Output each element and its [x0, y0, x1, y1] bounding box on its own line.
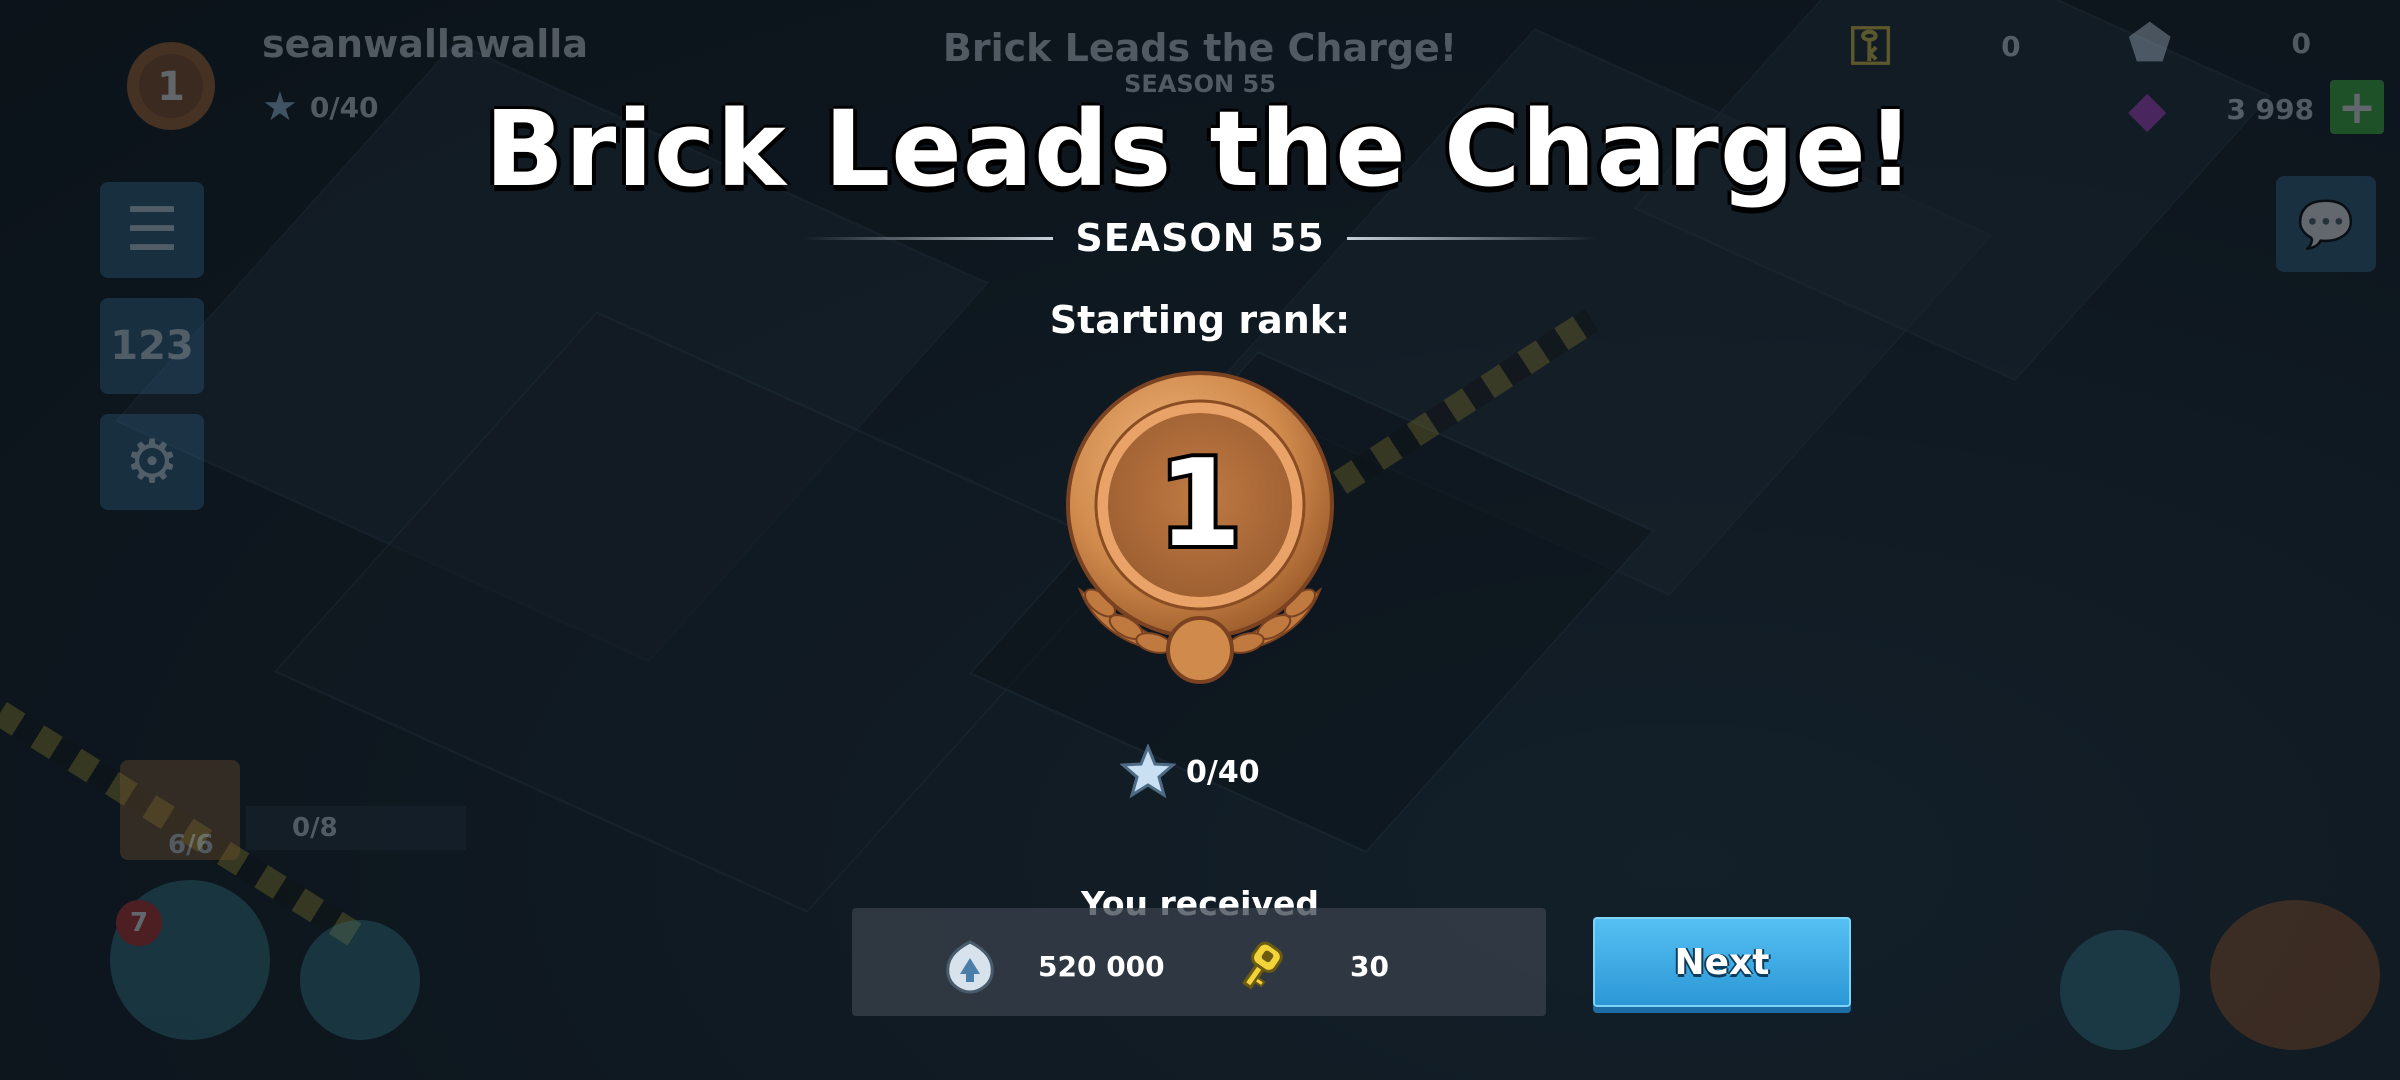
season-label: SEASON 55 — [1075, 216, 1325, 260]
gear-icon: ⚙ — [125, 427, 179, 497]
keys-amount: 30 — [1350, 949, 1389, 983]
intel-icon: ⬟ — [2128, 14, 2172, 72]
rewards-panel: 520 000 30 — [852, 908, 1546, 1016]
reward-keys: 30 — [1234, 938, 1389, 994]
bg-title: Brick Leads the Charge! — [942, 26, 1458, 70]
key-icon: ⚿ — [1850, 14, 1892, 77]
keys-counter: ⚿ 0 — [1850, 14, 2021, 77]
rank-stars: 0/40 — [1120, 744, 1260, 800]
season-title: Brick Leads the Charge! — [484, 88, 1916, 210]
next-button[interactable]: Next — [1593, 917, 1851, 1007]
stars-progress: 0/40 — [1186, 754, 1260, 790]
key-icon — [1242, 941, 1283, 990]
reward-intel: 520 000 — [942, 938, 1165, 994]
season-header: SEASON 55 — [0, 216, 2400, 260]
rank-number: 1 — [1158, 435, 1242, 574]
intel-icon — [946, 940, 994, 994]
starting-rank-label: Starting rank: — [1049, 298, 1351, 342]
bronze-medal-icon: 1 — [1066, 371, 1334, 684]
chest-button[interactable]: 6/6 — [120, 760, 240, 860]
star-icon — [1120, 744, 1176, 799]
chest-count: 6/6 — [168, 830, 214, 860]
divider-left — [803, 236, 1054, 240]
rank-medal: 1 — [1060, 365, 1340, 685]
map-button[interactable] — [300, 920, 420, 1040]
build-button[interactable] — [2060, 930, 2180, 1050]
task-progress[interactable]: 0/8 — [246, 806, 466, 850]
intel-amount: 520 000 — [1038, 949, 1165, 983]
settings-button[interactable]: ⚙ — [100, 414, 204, 510]
intel-counter: ⬟ 0 — [2128, 14, 2311, 72]
divider-right — [1346, 236, 1597, 240]
